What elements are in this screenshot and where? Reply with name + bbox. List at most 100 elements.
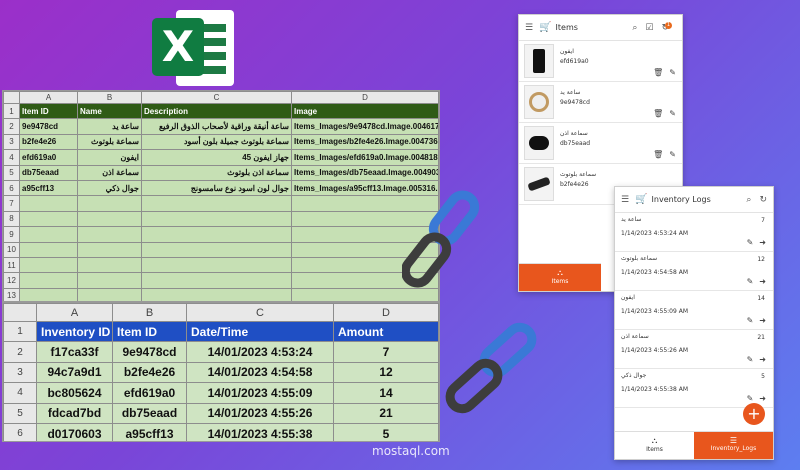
cell[interactable]: Items_Images/efd619a0.Image.004818.jpg [291, 149, 439, 166]
checkbox-icon[interactable]: ☑ [645, 23, 653, 33]
cell[interactable]: Item ID [112, 320, 187, 343]
delete-icon[interactable]: 🗑 [653, 109, 663, 118]
cell[interactable] [77, 256, 142, 274]
log-item[interactable]: ساعة يد 7 1/14/2023 4:53:24 AM ✎ ➜ [615, 213, 773, 252]
column-header[interactable]: D [291, 91, 439, 104]
cell[interactable]: 14/01/2023 4:55:09 [186, 382, 334, 404]
row-number[interactable]: 2 [3, 118, 20, 135]
menu-icon[interactable]: ☰ [525, 23, 533, 33]
arrow-right-icon[interactable]: ➜ [759, 277, 766, 286]
cell[interactable]: fdcad7bd [36, 402, 113, 424]
row-number[interactable]: 12 [3, 272, 20, 289]
cell[interactable]: 14/01/2023 4:53:24 [186, 341, 334, 363]
cell[interactable]: b2fe4e26 [112, 361, 187, 384]
cell[interactable]: 14/01/2023 4:55:38 [186, 422, 334, 441]
cell[interactable]: 21 [333, 402, 439, 424]
cell[interactable]: bc805624 [36, 382, 113, 404]
cell[interactable]: db75eaad [112, 402, 187, 424]
cell[interactable]: a95cff13 [19, 179, 78, 197]
nav-item-inventory-logs[interactable]: ☰ Inventory_Logs [694, 432, 773, 459]
cell[interactable] [141, 287, 292, 301]
row-number[interactable]: 13 [3, 287, 20, 301]
edit-icon[interactable]: ✎ [669, 68, 676, 77]
cell[interactable]: d0170603 [36, 422, 113, 441]
cell[interactable]: Item ID [19, 102, 78, 120]
edit-icon[interactable]: ✎ [747, 355, 754, 364]
row-number[interactable]: 2 [3, 341, 37, 363]
column-header[interactable]: C [186, 303, 334, 322]
list-item[interactable]: ايفون efd619a0 🗑 ✎ [519, 41, 682, 82]
column-header[interactable]: D [333, 303, 439, 322]
arrow-right-icon[interactable]: ➜ [759, 316, 766, 325]
edit-icon[interactable]: ✎ [747, 316, 754, 325]
cell[interactable]: 14 [333, 382, 439, 404]
row-number[interactable]: 10 [3, 241, 20, 258]
cell[interactable]: ايفون [77, 149, 142, 166]
row-number[interactable]: 5 [3, 164, 20, 181]
cell[interactable]: 12 [333, 361, 439, 384]
row-number[interactable]: 1 [3, 102, 20, 120]
cell[interactable]: b2fe4e26 [19, 133, 78, 151]
cell[interactable]: 5 [333, 422, 439, 441]
row-number[interactable]: 3 [3, 133, 20, 151]
arrow-right-icon[interactable]: ➜ [759, 394, 766, 403]
cell[interactable]: f17ca33f [36, 341, 113, 363]
cell[interactable] [141, 272, 292, 289]
cell[interactable] [291, 287, 439, 301]
nav-item-items[interactable]: ⛬ Items [615, 432, 694, 459]
cell[interactable]: جهاز ايفون 45 [141, 149, 292, 166]
cell[interactable]: db75eaad [19, 164, 78, 181]
log-item[interactable]: جوال ذكي 5 1/14/2023 4:55:38 AM ✎ ➜ [615, 369, 773, 408]
row-number[interactable]: 4 [3, 149, 20, 166]
cell[interactable]: 14/01/2023 4:54:58 [186, 361, 334, 384]
cell[interactable]: ساعة أنيقة وراقية لأصحاب الذوق الرفيع [141, 118, 292, 135]
cell[interactable]: 7 [333, 341, 439, 363]
cell[interactable] [19, 287, 78, 301]
cell[interactable] [19, 241, 78, 258]
cell[interactable] [77, 195, 142, 212]
cell[interactable]: Description [141, 102, 292, 120]
cell[interactable] [141, 256, 292, 274]
row-number[interactable]: 5 [3, 402, 37, 424]
inventory-spreadsheet[interactable]: ABCD 1 Inventory ID Item ID Date/Time Amount… [2, 302, 440, 442]
cell[interactable] [19, 195, 78, 212]
cell[interactable]: سماعة اذن بلوتوث [141, 164, 292, 181]
cell[interactable] [141, 210, 292, 228]
column-header[interactable]: A [19, 91, 78, 104]
cell[interactable]: Image [291, 102, 439, 120]
cell[interactable]: a95cff13 [112, 422, 187, 441]
cell[interactable]: ساعة يد [77, 118, 142, 135]
edit-icon[interactable]: ✎ [669, 150, 676, 159]
cell[interactable]: Items_Images/9e9478cd.Image.004617.jpg [291, 118, 439, 135]
row-number[interactable]: 6 [3, 422, 37, 441]
nav-item-items[interactable]: ⛬ Items [519, 264, 601, 291]
cell[interactable]: سماعة اذن [77, 164, 142, 181]
cell[interactable]: سماعة بلوتوث جميلة بلون أسود [141, 133, 292, 151]
list-item[interactable]: سماعة اذن db75eaad 🗑 ✎ [519, 123, 682, 164]
row-number[interactable]: 11 [3, 256, 20, 274]
row-number[interactable]: 8 [3, 210, 20, 228]
cell[interactable] [141, 195, 292, 212]
row-number[interactable]: 4 [3, 382, 37, 404]
delete-icon[interactable]: 🗑 [653, 68, 663, 77]
corner-cell[interactable] [3, 303, 37, 322]
cell[interactable] [141, 241, 292, 258]
row-number[interactable]: 1 [3, 320, 37, 343]
cell[interactable] [141, 226, 292, 243]
row-number[interactable]: 6 [3, 179, 20, 197]
arrow-right-icon[interactable]: ➜ [759, 238, 766, 247]
cell[interactable]: Amount [333, 320, 439, 343]
row-number[interactable]: 7 [3, 195, 20, 212]
cell[interactable] [77, 287, 142, 301]
arrow-right-icon[interactable]: ➜ [759, 355, 766, 364]
cell[interactable]: 9e9478cd [19, 118, 78, 135]
log-item[interactable]: سماعة اذن 21 1/14/2023 4:55:26 AM ✎ ➜ [615, 330, 773, 369]
cell[interactable]: 94c7a9d1 [36, 361, 113, 384]
menu-icon[interactable]: ☰ [621, 195, 629, 205]
row-number[interactable]: 9 [3, 226, 20, 243]
cell[interactable]: efd619a0 [112, 382, 187, 404]
cell[interactable] [19, 256, 78, 274]
cell[interactable]: 14/01/2023 4:55:26 [186, 402, 334, 424]
items-spreadsheet[interactable]: ABCD 1 Item ID Name Description Image 2 9e9478… [2, 90, 440, 302]
cell[interactable]: Date/Time [186, 320, 334, 343]
